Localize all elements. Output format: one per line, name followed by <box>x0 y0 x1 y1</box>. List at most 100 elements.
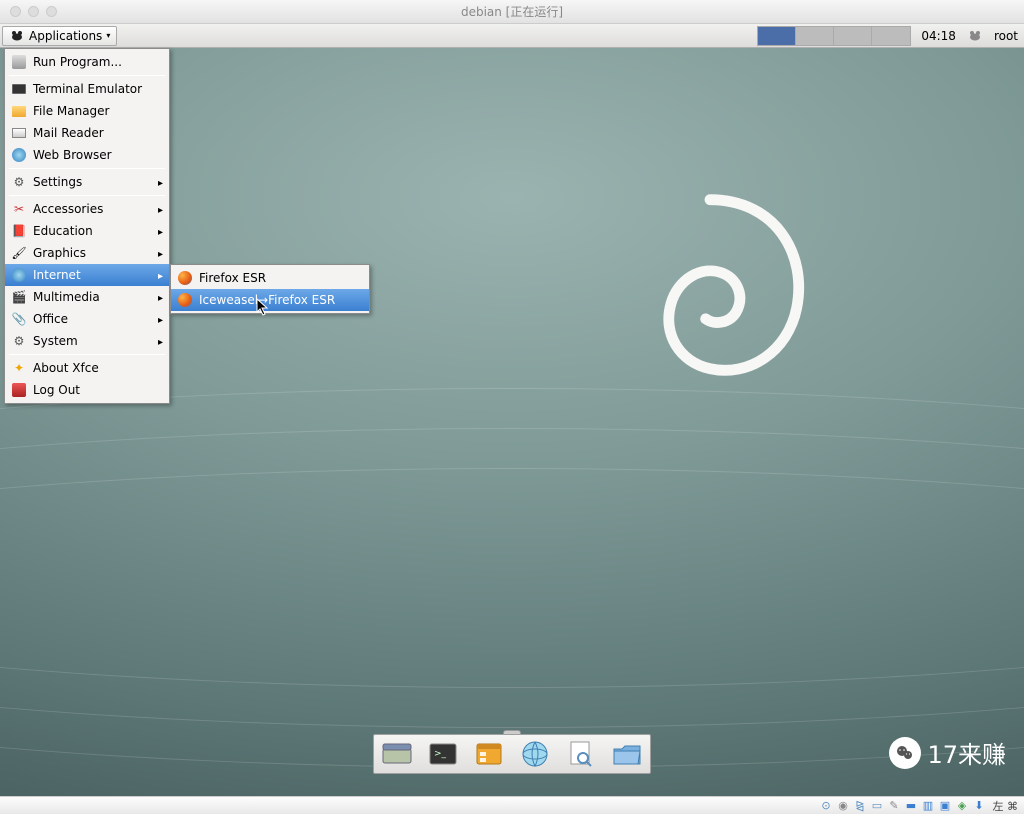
menu-chevron-icon: ▾ <box>106 31 110 40</box>
panel-user[interactable]: root <box>994 29 1018 43</box>
chevron-right-icon <box>158 224 163 238</box>
chevron-right-icon <box>158 246 163 260</box>
folder-icon <box>11 103 27 119</box>
bottom-dock: >_ <box>373 730 651 774</box>
accessories-icon: ✂ <box>11 201 27 217</box>
vm-status-bar: ⊙ ◉ ⧎ ▭ ✎ ▬ ▥ ▣ ◈ ⬇ 左 ⌘ <box>0 796 1024 814</box>
chevron-right-icon <box>158 312 163 326</box>
host-key-label: 左 ⌘ <box>993 798 1019 814</box>
usb-icon[interactable]: ⧎ <box>853 798 868 813</box>
system-icon: ⚙ <box>11 333 27 349</box>
panel-clock[interactable]: 04:18 <box>921 29 956 43</box>
dock-web-browser[interactable] <box>516 739 554 769</box>
menu-label: Log Out <box>33 383 80 397</box>
applications-label: Applications <box>29 29 102 43</box>
close-dot[interactable] <box>10 6 21 17</box>
firefox-icon <box>177 270 193 286</box>
education-icon: 📕 <box>11 223 27 239</box>
menu-file-manager[interactable]: File Manager <box>5 100 169 122</box>
wechat-icon <box>889 737 921 769</box>
dock-show-desktop[interactable] <box>378 739 416 769</box>
menu-label: Office <box>33 312 68 326</box>
workspace-switcher[interactable] <box>757 26 911 46</box>
gear-icon: ⚙ <box>11 174 27 190</box>
optical-icon[interactable]: ◉ <box>836 798 851 813</box>
shared-folder-icon[interactable]: ▭ <box>870 798 885 813</box>
traffic-lights <box>10 6 57 17</box>
menu-label: Terminal Emulator <box>33 82 142 96</box>
menu-label: About Xfce <box>33 361 99 375</box>
host-titlebar: debian [正在运行] <box>0 0 1024 24</box>
network-icon[interactable]: ▥ <box>921 798 936 813</box>
menu-settings[interactable]: ⚙ Settings <box>5 171 169 193</box>
dock-terminal[interactable]: >_ <box>424 739 462 769</box>
chevron-right-icon <box>158 290 163 304</box>
menu-office[interactable]: 📎 Office <box>5 308 169 330</box>
menu-education[interactable]: 📕 Education <box>5 220 169 242</box>
capture-icon[interactable]: ⬇ <box>972 798 987 813</box>
menu-separator <box>9 75 165 76</box>
menu-log-out[interactable]: Log Out <box>5 379 169 401</box>
disk-icon[interactable]: ⊙ <box>819 798 834 813</box>
mouse-cursor <box>256 298 270 320</box>
globe-icon <box>11 147 27 163</box>
workspace-1[interactable] <box>758 27 796 45</box>
xfce-mouse-icon <box>9 28 25 44</box>
menu-label: Internet <box>33 268 81 282</box>
workspace-4[interactable] <box>872 27 910 45</box>
applications-menu-button[interactable]: Applications ▾ <box>2 26 117 46</box>
video-icon[interactable]: ▣ <box>938 798 953 813</box>
menu-label: System <box>33 334 78 348</box>
menu-accessories[interactable]: ✂ Accessories <box>5 198 169 220</box>
action-button-icon[interactable] <box>966 27 984 45</box>
menu-label: Multimedia <box>33 290 100 304</box>
chevron-right-icon <box>158 268 163 282</box>
menu-label: Education <box>33 224 93 238</box>
terminal-icon <box>11 81 27 97</box>
watermark: 17来赚 <box>889 735 1006 770</box>
menu-graphics[interactable]: 🖌 Graphics <box>5 242 169 264</box>
audio-icon[interactable]: ✎ <box>887 798 902 813</box>
menu-about-xfce[interactable]: ✦ About Xfce <box>5 357 169 379</box>
svg-text:>_: >_ <box>434 749 447 759</box>
menu-terminal[interactable]: Terminal Emulator <box>5 78 169 100</box>
menu-label: Web Browser <box>33 148 112 162</box>
display-icon[interactable]: ▬ <box>904 798 919 813</box>
run-icon <box>11 54 27 70</box>
menu-internet[interactable]: Internet <box>5 264 169 286</box>
watermark-text: 17来赚 <box>927 735 1006 770</box>
firefox-icon <box>177 292 193 308</box>
menu-web-browser[interactable]: Web Browser <box>5 144 169 166</box>
applications-menu: Run Program... Terminal Emulator File Ma… <box>4 48 170 404</box>
office-icon: 📎 <box>11 311 27 327</box>
recording-icon[interactable]: ◈ <box>955 798 970 813</box>
chevron-right-icon <box>158 175 163 189</box>
menu-label: Mail Reader <box>33 126 104 140</box>
menu-multimedia[interactable]: 🎬 Multimedia <box>5 286 169 308</box>
chevron-right-icon <box>158 202 163 216</box>
submenu-label: Firefox ESR <box>199 271 266 285</box>
xfce-top-panel: Applications ▾ 04:18 root <box>0 24 1024 48</box>
chevron-right-icon <box>158 334 163 348</box>
min-dot[interactable] <box>28 6 39 17</box>
graphics-icon: 🖌 <box>11 245 27 261</box>
zoom-dot[interactable] <box>46 6 57 17</box>
mail-icon <box>11 125 27 141</box>
submenu-firefox-esr[interactable]: Firefox ESR <box>171 267 369 289</box>
menu-run-program[interactable]: Run Program... <box>5 51 169 73</box>
menu-separator <box>9 195 165 196</box>
internet-icon <box>11 267 27 283</box>
dock-find[interactable] <box>562 739 600 769</box>
workspace-3[interactable] <box>834 27 872 45</box>
menu-label: File Manager <box>33 104 110 118</box>
menu-separator <box>9 168 165 169</box>
logout-icon <box>11 382 27 398</box>
menu-mail-reader[interactable]: Mail Reader <box>5 122 169 144</box>
submenu-iceweasel[interactable]: Iceweasel→Firefox ESR <box>171 289 369 311</box>
menu-label: Graphics <box>33 246 86 260</box>
menu-label: Accessories <box>33 202 103 216</box>
dock-home-folder[interactable] <box>608 739 646 769</box>
workspace-2[interactable] <box>796 27 834 45</box>
dock-file-manager[interactable] <box>470 739 508 769</box>
menu-system[interactable]: ⚙ System <box>5 330 169 352</box>
